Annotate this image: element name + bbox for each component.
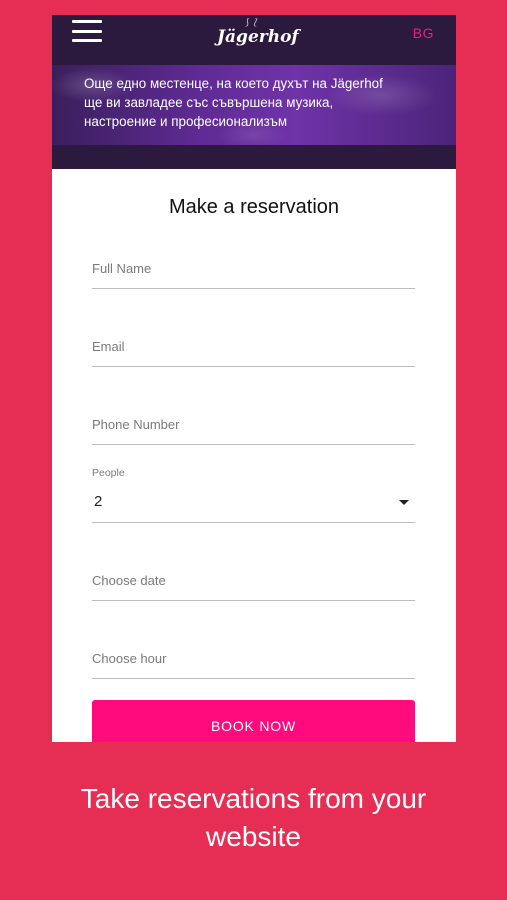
hero-line: настроение и професионализъм: [84, 114, 288, 129]
logo-text: Jägerhof: [217, 27, 299, 47]
email-placeholder: Email: [92, 339, 125, 354]
phone-screen: ⟆ ⟅ Jägerhof BG Още едно местенце, на ко…: [52, 15, 456, 742]
date-field[interactable]: Choose date: [92, 571, 415, 601]
menu-line: [72, 29, 102, 33]
jagerhof-logo[interactable]: ⟆ ⟅ Jägerhof: [217, 18, 299, 52]
full-name-placeholder: Full Name: [92, 261, 152, 276]
hero-text: Още едно местенце, на което духът на Jäg…: [84, 74, 444, 131]
people-label: People: [92, 467, 125, 479]
book-now-button[interactable]: BOOK NOW: [92, 700, 415, 742]
hour-field[interactable]: Choose hour: [92, 649, 415, 679]
language-switch[interactable]: BG: [413, 25, 434, 41]
promo-caption: Take reservations from your website: [0, 780, 507, 856]
caption-line: website: [206, 821, 301, 852]
hamburger-menu-icon[interactable]: [72, 20, 102, 42]
menu-line: [72, 39, 102, 42]
menu-line: [72, 20, 102, 23]
form-title: Make a reservation: [168, 196, 340, 218]
full-name-field[interactable]: Full Name: [92, 259, 415, 289]
antler-icon: ⟆ ⟅: [245, 18, 259, 28]
date-placeholder: Choose date: [92, 573, 166, 588]
hour-placeholder: Choose hour: [92, 651, 167, 666]
app-header: ⟆ ⟅ Jägerhof BG Още едно местенце, на ко…: [52, 15, 456, 169]
caption-line: Take reservations from your: [80, 783, 427, 814]
dropdown-arrow-icon[interactable]: [399, 500, 409, 505]
email-field[interactable]: Email: [92, 337, 415, 367]
phone-field[interactable]: Phone Number: [92, 415, 415, 445]
people-value: 2: [94, 493, 103, 510]
people-select[interactable]: People 2: [92, 467, 415, 523]
phone-placeholder: Phone Number: [92, 417, 180, 432]
hero-line: ще ви завладее със съвършена музика,: [84, 95, 334, 110]
hero-line: Още едно местенце, на което духът на Jäg…: [84, 76, 383, 91]
